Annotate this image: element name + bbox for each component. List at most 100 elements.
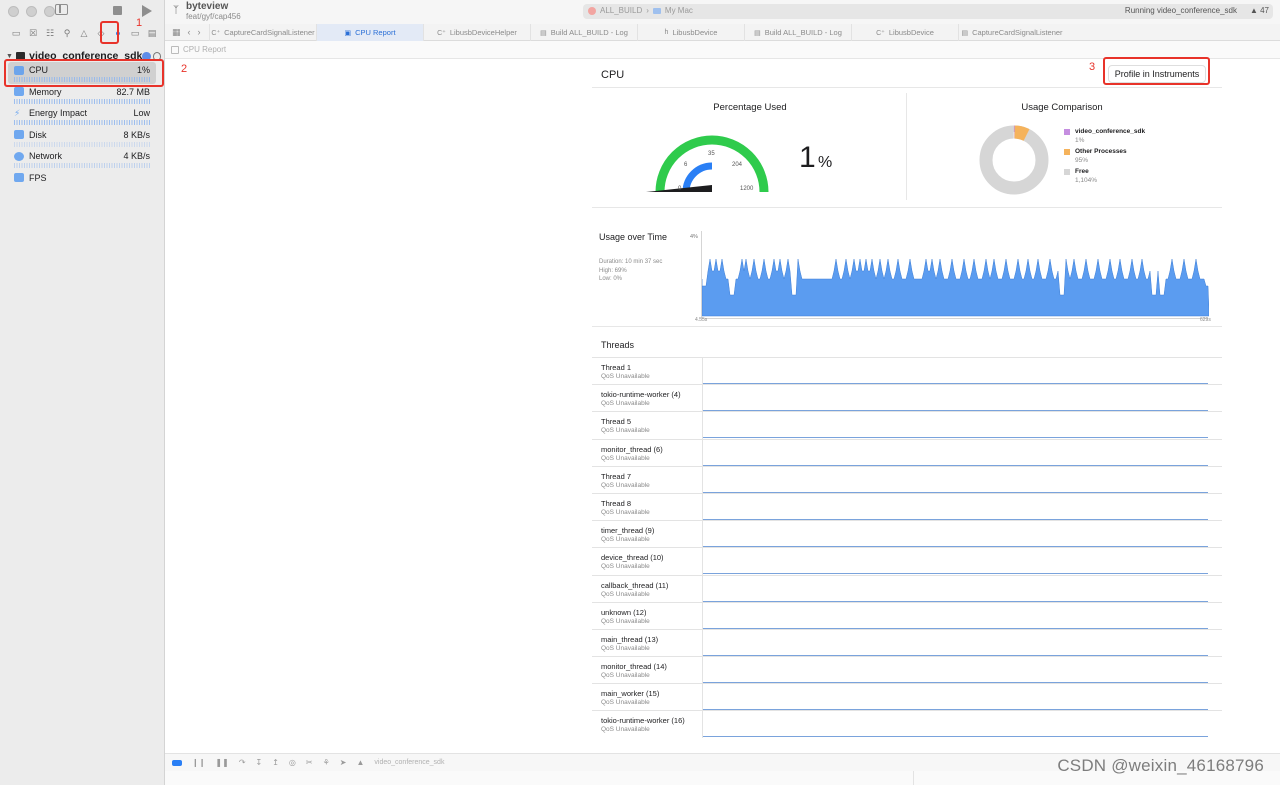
gauge-energy[interactable]: ⚡ Energy Impact Low: [8, 105, 156, 127]
thread-row[interactable]: device_thread (10) QoS Unavailable: [592, 547, 1222, 576]
usage-legend: video_conference_sdk 1% Other Processes …: [1064, 128, 1145, 188]
step-over-icon[interactable]: ↷: [239, 758, 246, 767]
thread-row[interactable]: callback_thread (11) QoS Unavailable: [592, 574, 1222, 603]
thread-row[interactable]: tokio-runtime-worker (4) QoS Unavailable: [592, 384, 1222, 413]
gauge-network[interactable]: Network 4 KB/s: [8, 148, 156, 170]
thread-qos: QoS Unavailable: [601, 454, 650, 462]
symbol-navigator-icon[interactable]: ☷: [44, 27, 56, 39]
thread-qos: QoS Unavailable: [601, 644, 650, 652]
debug-target[interactable]: video_conference_sdk: [374, 759, 444, 766]
report-navigator-icon[interactable]: ▤: [146, 27, 158, 39]
gauge-disk[interactable]: Disk 8 KB/s: [8, 127, 156, 149]
forward-chevron-icon[interactable]: ›: [198, 27, 201, 38]
stop-icon[interactable]: [113, 6, 122, 15]
memory-graph-icon[interactable]: ⚘: [323, 758, 330, 767]
thread-qos: QoS Unavailable: [601, 699, 650, 707]
annotation-number-3: 3: [1089, 61, 1096, 73]
gauge-tick-6: 6: [684, 162, 688, 168]
thread-name: Thread 8: [601, 498, 632, 508]
tab-cpu-report[interactable]: ▣ CPU Report: [316, 24, 423, 41]
gauge-tick-1200: 1200: [740, 186, 754, 192]
tab-build-log[interactable]: ▤ Build ALL_BUILD - Log: [530, 24, 637, 41]
find-navigator-search-icon[interactable]: ⚲: [61, 27, 73, 39]
project-navigator-folder-icon[interactable]: ▭: [10, 27, 22, 39]
window-toolbar: ᛉ byteview feat/gyf/cap456 ALL_BUILD › M…: [165, 0, 1280, 24]
thread-row[interactable]: Thread 7 QoS Unavailable: [592, 465, 1222, 494]
thread-row[interactable]: unknown (12) QoS Unavailable: [592, 601, 1222, 630]
usage-over-time-chart: [701, 231, 1210, 319]
thread-row[interactable]: main_thread (13) QoS Unavailable: [592, 628, 1222, 657]
breakpoints-toggle-icon[interactable]: ❙❙: [192, 758, 205, 767]
tab-navigation: ▦ ‹ ›: [172, 27, 201, 38]
tab-libusbdevice-cpp[interactable]: C⁺ LibusbDevice: [851, 24, 958, 41]
tab-capturecardsignallistener[interactable]: C⁺ CaptureCardSignalListener: [209, 24, 316, 41]
environment-overrides-icon[interactable]: ✂: [306, 758, 313, 767]
issue-navigator-warning-icon[interactable]: △: [78, 27, 90, 39]
thread-row[interactable]: timer_thread (9) QoS Unavailable: [592, 520, 1222, 549]
log-file-icon: ▤: [754, 29, 761, 37]
usage-area: [701, 258, 1210, 317]
run-icon[interactable]: [142, 5, 152, 17]
source-control-navigator-icon[interactable]: ☒: [27, 27, 39, 39]
gauge-label: FPS: [29, 172, 47, 183]
thread-name: timer_thread (9): [601, 526, 655, 536]
disk-gauge-icon: [14, 130, 24, 139]
branch-name[interactable]: feat/gyf/cap456: [186, 12, 241, 21]
thread-row[interactable]: main_worker (15) QoS Unavailable: [592, 683, 1222, 712]
thread-row[interactable]: tokio-runtime-worker (16) QoS Unavailable: [592, 710, 1222, 739]
zoom-window-button[interactable]: [44, 6, 55, 17]
tab-capturecardsignallistener-2[interactable]: ▤ CaptureCardSignalListener: [958, 24, 1065, 41]
gauge-label: Energy Impact: [29, 108, 88, 118]
thread-row[interactable]: monitor_thread (6) QoS Unavailable: [592, 438, 1222, 467]
thread-row[interactable]: Thread 8 QoS Unavailable: [592, 492, 1222, 521]
gauge-label: Disk: [29, 129, 47, 140]
report-title: CPU: [601, 69, 625, 81]
gauge-fps[interactable]: FPS: [8, 170, 156, 192]
thread-track: [702, 657, 1208, 685]
activity-view: ALL_BUILD › My Mac Running video_confere…: [583, 4, 1273, 19]
thread-qos: QoS Unavailable: [601, 427, 650, 435]
x-axis-start-label: 4.55s: [695, 317, 708, 323]
thread-name: tokio-runtime-worker (4): [601, 390, 681, 400]
close-window-button[interactable]: [8, 6, 19, 17]
editor-tab-bar: ▦ ‹ › C⁺ CaptureCardSignalListener ▣ CPU R…: [165, 24, 1280, 41]
back-chevron-icon[interactable]: ‹: [188, 27, 191, 38]
sidebar-toggle-icon[interactable]: [55, 4, 68, 15]
thread-track: [702, 493, 1208, 521]
jump-bar-path[interactable]: CPU Report: [183, 45, 226, 54]
cpu-report: CPU Profile in Instruments 3 Percentage …: [592, 57, 1222, 745]
run-destination: My Mac: [664, 6, 693, 15]
thread-row[interactable]: Thread 5 QoS Unavailable: [592, 411, 1222, 440]
grid-icon[interactable]: ▦: [172, 27, 181, 38]
usage-duration: Duration: 10 min 37 sec: [599, 259, 663, 265]
legend-value: 1,104%: [1075, 177, 1098, 184]
header-file-icon: h: [664, 29, 669, 36]
instruments-icon[interactable]: ▲: [356, 758, 364, 767]
location-arrow-icon[interactable]: ➤: [340, 758, 347, 767]
tab-libusbdevice-h[interactable]: h LibusbDevice: [637, 24, 744, 41]
thread-track: [702, 466, 1208, 494]
toggle-debug-area-icon[interactable]: [172, 759, 182, 766]
tab-libusbdevicehelper[interactable]: C⁺ LibusbDeviceHelper: [423, 24, 530, 41]
thread-track: [702, 684, 1208, 712]
thread-track: [702, 521, 1208, 549]
step-into-icon[interactable]: ↧: [256, 758, 263, 767]
project-name[interactable]: byteview: [186, 1, 228, 12]
tab-build-log-2[interactable]: ▤ Build ALL_BUILD - Log: [744, 24, 851, 41]
annotation-highlight-profile-button: [1103, 57, 1210, 85]
thread-row[interactable]: monitor_thread (14) QoS Unavailable: [592, 656, 1222, 685]
xcode-window: ▭ ☒ ☷ ⚲ △ ◇ ● ▭ ▤ 1 ▼ video_conference_s…: [0, 0, 1280, 785]
view-hierarchy-icon[interactable]: ◎: [289, 758, 296, 767]
thread-track: [702, 629, 1208, 657]
step-out-icon[interactable]: ↥: [272, 758, 279, 767]
thread-track: [702, 412, 1208, 440]
pause-icon[interactable]: ❚❚: [215, 758, 228, 767]
gauge-sparkline: [14, 98, 150, 104]
legend-swatch: [1064, 128, 1070, 135]
percentage-value: 1: [799, 141, 816, 174]
scheme-selector[interactable]: ALL_BUILD › My Mac: [588, 6, 693, 15]
thread-qos: QoS Unavailable: [601, 536, 650, 544]
thread-row[interactable]: Thread 1 QoS Unavailable: [592, 357, 1222, 385]
minimize-window-button[interactable]: [26, 6, 37, 17]
warnings-count[interactable]: ▲ 47: [1250, 6, 1269, 15]
